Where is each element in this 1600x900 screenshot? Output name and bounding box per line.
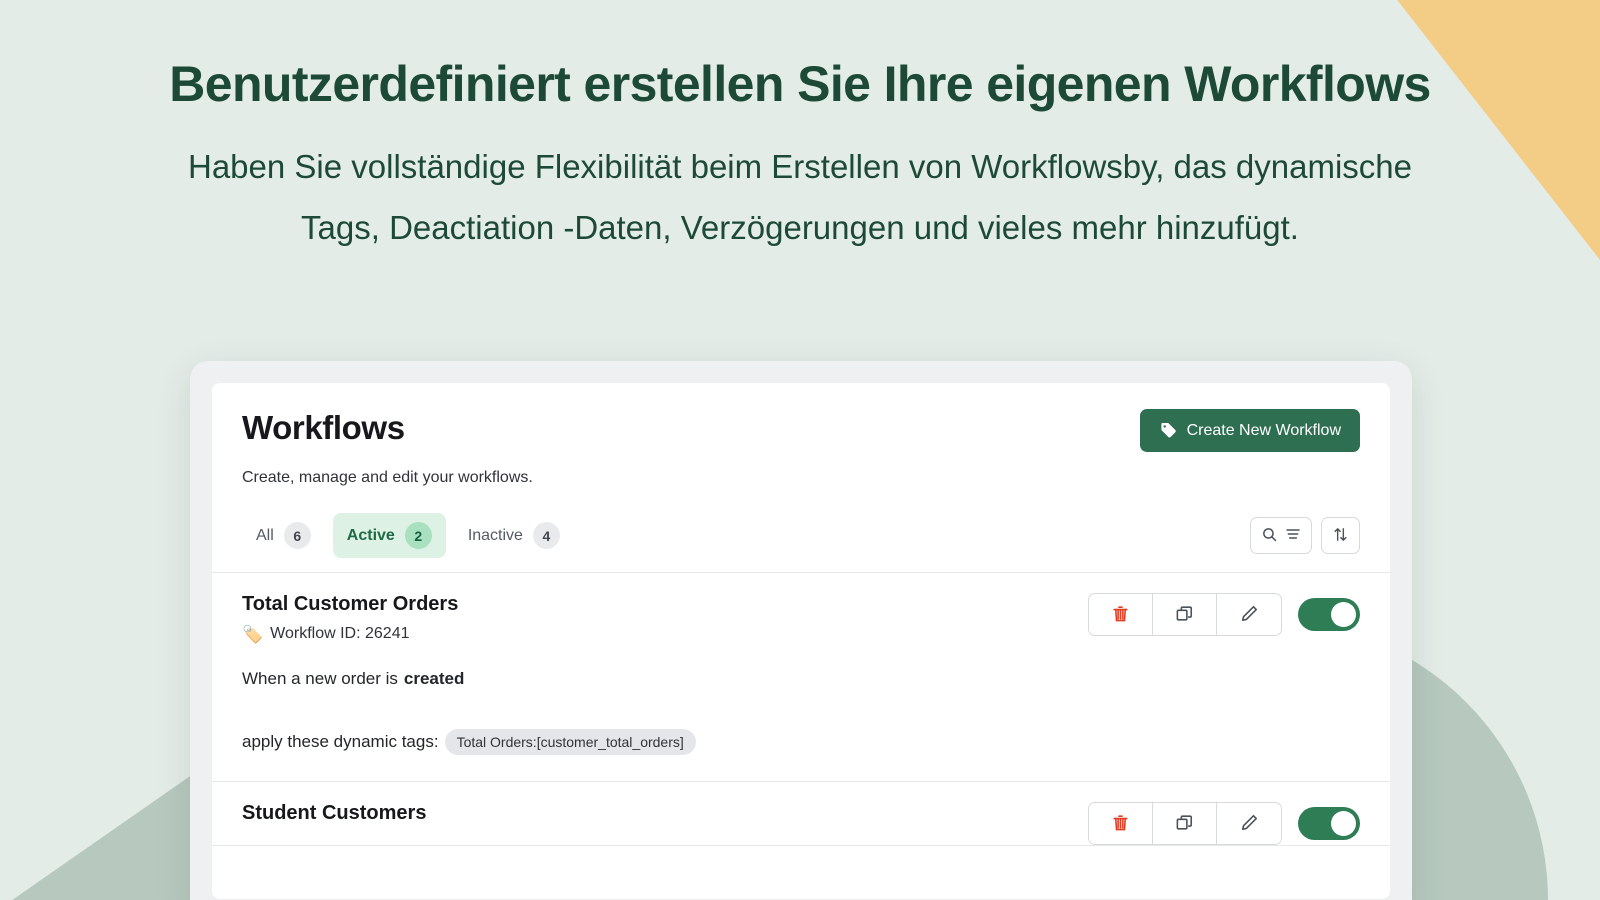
workflow-trigger-prefix: When a new order is — [242, 669, 398, 688]
workflows-app-card: Workflows Create, manage and edit your w… — [212, 383, 1390, 899]
hero-title: Benutzerdefiniert erstellen Sie Ihre eig… — [169, 56, 1431, 112]
workflow-action-group — [1088, 593, 1282, 636]
filter-tabs-row: All 6 Active 2 Inactive 4 — [212, 513, 1390, 573]
pencil-icon — [1240, 604, 1259, 626]
workflow-row-header: Total Customer Orders 🏷️ Workflow ID: 26… — [242, 593, 1360, 643]
workflow-identity: Total Customer Orders 🏷️ Workflow ID: 26… — [242, 593, 458, 643]
workflow-enabled-toggle[interactable] — [1298, 598, 1360, 631]
device-frame: Workflows Create, manage and edit your w… — [190, 361, 1412, 900]
tab-active[interactable]: Active 2 — [332, 513, 446, 558]
card-header: Workflows Create, manage and edit your w… — [212, 383, 1390, 487]
tab-inactive-count: 4 — [532, 522, 560, 549]
copy-icon — [1175, 813, 1194, 835]
tab-active-count: 2 — [404, 522, 432, 549]
tab-inactive[interactable]: Inactive 4 — [454, 513, 574, 558]
workflow-meta: 🏷️ Workflow ID: 26241 — [242, 625, 458, 643]
workflow-trigger-line: When a new order is created — [242, 669, 1360, 689]
list-toolbar — [1250, 517, 1360, 554]
workflow-trigger-event: created — [403, 669, 465, 688]
hero-subtitle: Haben Sie vollständige Flexibilität beim… — [187, 147, 1412, 246]
workflow-row-header: Student Customers — [242, 802, 1360, 845]
filter-tabs: All 6 Active 2 Inactive 4 — [242, 513, 574, 558]
workflow-tags-label: apply these dynamic tags: — [242, 732, 439, 751]
workflow-tags-line: apply these dynamic tags: Total Orders:[… — [242, 729, 1360, 755]
workflow-row[interactable]: Total Customer Orders 🏷️ Workflow ID: 26… — [212, 573, 1390, 782]
workflow-enabled-toggle[interactable] — [1298, 807, 1360, 840]
workflow-id-label: Workflow ID: 26241 — [270, 625, 410, 642]
search-icon — [1261, 526, 1278, 546]
edit-button[interactable] — [1217, 594, 1281, 635]
duplicate-button[interactable] — [1153, 594, 1217, 635]
page-subtitle: Create, manage and edit your workflows. — [242, 469, 533, 486]
tab-inactive-label: Inactive — [467, 526, 523, 544]
page-title: Workflows — [242, 409, 405, 446]
dynamic-tag-chip: Total Orders:[customer_total_orders] — [444, 729, 696, 755]
sort-button[interactable] — [1321, 517, 1360, 554]
workflow-row[interactable]: Student Customers — [212, 782, 1390, 846]
pencil-icon — [1240, 813, 1259, 835]
workflow-body: When a new order is created apply these … — [242, 669, 1360, 755]
workflow-action-group — [1088, 802, 1282, 845]
tab-all[interactable]: All 6 — [242, 513, 325, 558]
hero-section: Benutzerdefiniert erstellen Sie Ihre eig… — [0, 0, 1600, 258]
sort-arrows-icon — [1332, 526, 1349, 546]
workflow-actions — [1088, 593, 1360, 636]
workflow-actions — [1088, 802, 1360, 845]
tag-icon — [1159, 421, 1178, 440]
delete-button[interactable] — [1089, 594, 1153, 635]
tab-active-label: Active — [346, 526, 395, 544]
card-header-text: Workflows Create, manage and edit your w… — [242, 409, 533, 487]
tab-all-label: All — [256, 526, 274, 544]
trash-icon — [1111, 813, 1130, 835]
duplicate-button[interactable] — [1153, 803, 1217, 844]
tag-emoji-icon: 🏷️ — [242, 624, 264, 644]
workflow-name: Total Customer Orders — [242, 593, 459, 615]
tab-all-count: 6 — [283, 522, 311, 549]
copy-icon — [1175, 604, 1194, 626]
filter-lines-icon — [1285, 526, 1301, 545]
search-filter-button[interactable] — [1250, 517, 1312, 554]
create-new-workflow-label: Create New Workflow — [1186, 421, 1341, 439]
create-new-workflow-button[interactable]: Create New Workflow — [1139, 409, 1360, 452]
workflow-name: Student Customers — [242, 802, 427, 824]
edit-button[interactable] — [1217, 803, 1281, 844]
trash-icon — [1111, 604, 1130, 626]
delete-button[interactable] — [1089, 803, 1153, 844]
workflow-identity: Student Customers — [242, 802, 426, 825]
